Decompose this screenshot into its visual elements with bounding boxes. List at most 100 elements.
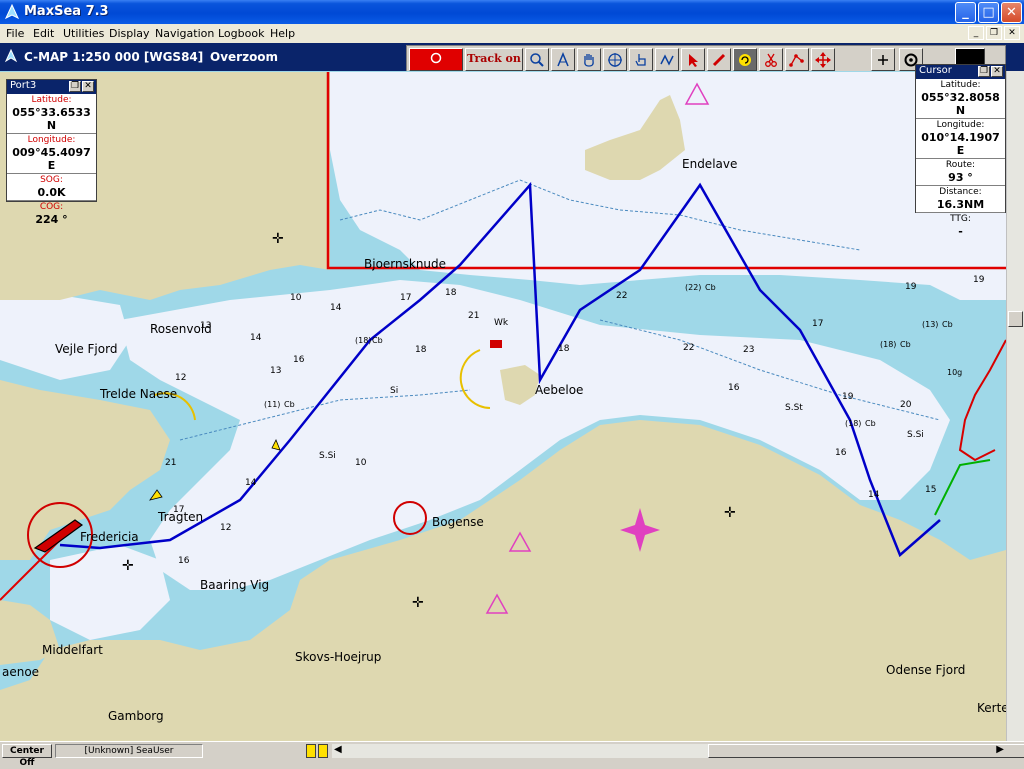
sounding-label: 10g: [947, 368, 962, 377]
sounding-label: 14: [250, 333, 262, 343]
deep-water-southwest: [50, 545, 170, 640]
anchorage-icon: ✛: [122, 558, 134, 574]
wreck-label: (13): [922, 320, 938, 329]
port-panel-titlebar[interactable]: Port3 ❐ ✕: [7, 80, 96, 94]
pencil-tool[interactable]: [707, 48, 731, 71]
wreck-label: (22): [685, 283, 701, 292]
vertical-scroll-thumb[interactable]: [1008, 311, 1023, 327]
center-off-button[interactable]: Center Off: [2, 744, 52, 768]
wreck-label: Cb: [942, 320, 953, 329]
compass-icon: [557, 52, 569, 67]
place-label-trelde-naese: Trelde Naese: [99, 387, 177, 401]
route-icon: [660, 54, 674, 66]
port-panel-restore-button[interactable]: ❐: [69, 81, 81, 92]
sounding-label: S.Si: [319, 451, 336, 461]
maximize-button[interactable]: □: [978, 2, 999, 23]
compass-tool[interactable]: [551, 48, 575, 71]
menu-edit[interactable]: Edit: [33, 27, 54, 40]
window-titlebar[interactable]: MaxSea 7.3 _ □ ✕: [0, 0, 1024, 24]
ttg-label: TTG:: [950, 214, 971, 224]
move-tool[interactable]: [811, 48, 835, 71]
scroll-right-arrow-icon[interactable]: ▶: [996, 744, 1004, 755]
chart-canvas[interactable]: ✛ ✛ ✛ ✛ Endelave Bjoernsknude Rosenvold …: [0, 71, 1006, 741]
scroll-left-arrow-icon[interactable]: ◀: [334, 744, 342, 755]
sounding-label: 16: [835, 448, 847, 458]
sounding-label: 18: [558, 344, 570, 354]
chart-scale-title: C-MAP 1:250 000 [WGS84]: [24, 50, 204, 64]
cursor-info-panel[interactable]: Cursor ❐ ✕ Latitude: 055°32.8058 N Longi…: [915, 64, 1006, 238]
vertical-scrollbar[interactable]: [1006, 71, 1024, 741]
select-arrow-tool[interactable]: [681, 48, 705, 71]
wreck-label: (18): [845, 419, 861, 428]
horizontal-scroll-thumb[interactable]: [708, 744, 1024, 758]
pan-hand-tool[interactable]: [577, 48, 601, 71]
track-line-east: [958, 339, 1006, 462]
wreck-label: Cb: [865, 419, 876, 428]
sounding-label: 18: [415, 345, 427, 355]
waypoint-tool[interactable]: [785, 48, 809, 71]
mdi-minimize-button[interactable]: _: [968, 26, 984, 40]
sounding-label: 16: [293, 355, 305, 365]
menu-bar: File Edit Utilities Display Navigation L…: [0, 24, 1024, 43]
port-info-panel[interactable]: Port3 ❐ ✕ Latitude: 055°33.6533 N Longit…: [6, 79, 97, 226]
horizontal-scrollbar[interactable]: ◀ ▶: [332, 744, 1024, 758]
crosshair-tool[interactable]: [871, 48, 895, 71]
record-button[interactable]: [409, 48, 463, 71]
wreck-label: Cb: [705, 283, 716, 292]
menu-utilities[interactable]: Utilities: [63, 27, 104, 40]
cursor-panel-titlebar[interactable]: Cursor ❐ ✕: [916, 65, 1005, 79]
port-panel-close-button[interactable]: ✕: [82, 81, 94, 92]
place-label-fredericia: Fredericia: [80, 530, 139, 544]
mdi-restore-button[interactable]: ❐: [986, 26, 1002, 40]
minimize-button[interactable]: _: [955, 2, 976, 23]
maxsea-app-icon: [4, 4, 20, 20]
place-label-kerte: Kerte: [977, 701, 1006, 715]
menu-help[interactable]: Help: [270, 27, 295, 40]
anchorage-icon: ✛: [412, 595, 424, 611]
menu-file[interactable]: File: [6, 27, 24, 40]
cursor-panel-close-button[interactable]: ✕: [991, 66, 1003, 77]
nautical-chart[interactable]: ✛ ✛ ✛ ✛ Endelave Bjoernsknude Rosenvold …: [0, 71, 1006, 741]
overzoom-status: Overzoom: [210, 50, 279, 64]
target-icon: [608, 53, 622, 67]
distance-label: Distance:: [939, 187, 982, 197]
menu-navigation[interactable]: Navigation: [155, 27, 214, 40]
place-label-aebeloe: Aebeloe: [535, 383, 583, 397]
place-label-baaring-vig: Baaring Vig: [200, 578, 269, 592]
layer-toggle-yellow[interactable]: [306, 744, 316, 758]
cursor-longitude-value: 010°14.1907 E: [921, 131, 1000, 157]
user-status: [Unknown] SeaUser: [55, 744, 203, 758]
cursor-panel-title: Cursor: [919, 65, 952, 76]
pointer-hand-tool[interactable]: [629, 48, 653, 71]
sounding-label: 23: [743, 345, 754, 355]
sounding-label: 19: [842, 392, 854, 402]
place-label-gamborg: Gamborg: [108, 709, 164, 723]
menu-display[interactable]: Display: [109, 27, 150, 40]
move-arrows-icon: [815, 52, 831, 68]
close-button[interactable]: ✕: [1001, 2, 1022, 23]
mdi-close-button[interactable]: ✕: [1004, 26, 1020, 40]
latitude-label: Latitude:: [31, 95, 72, 105]
center-tool[interactable]: [603, 48, 627, 71]
route-tool[interactable]: [655, 48, 679, 71]
plus-icon: [878, 55, 888, 65]
zoom-tool[interactable]: [525, 48, 549, 71]
scissors-tool[interactable]: [759, 48, 783, 71]
mark-tool[interactable]: [733, 48, 757, 71]
sounding-label: 17: [400, 293, 411, 303]
sounding-label: 17: [173, 505, 184, 515]
track-on-button[interactable]: Track on: [465, 48, 523, 71]
cursor-panel-restore-button[interactable]: ❐: [978, 66, 990, 77]
sounding-label: 13: [200, 321, 211, 331]
cursor-latitude-value: 055°32.8058 N: [921, 91, 1000, 117]
sounding-label: S.Si: [907, 430, 924, 440]
sounding-label: 14: [245, 478, 257, 488]
window-title: MaxSea 7.3: [24, 4, 109, 19]
longitude-label: Longitude:: [27, 135, 76, 145]
layer-toggle-yellow-2[interactable]: [318, 744, 328, 758]
menu-logbook[interactable]: Logbook: [218, 27, 264, 40]
place-label-odense-fjord: Odense Fjord: [886, 663, 965, 677]
magnifier-icon: [530, 53, 544, 67]
pointing-hand-icon: [635, 54, 646, 66]
sounding-label: 12: [220, 523, 231, 533]
